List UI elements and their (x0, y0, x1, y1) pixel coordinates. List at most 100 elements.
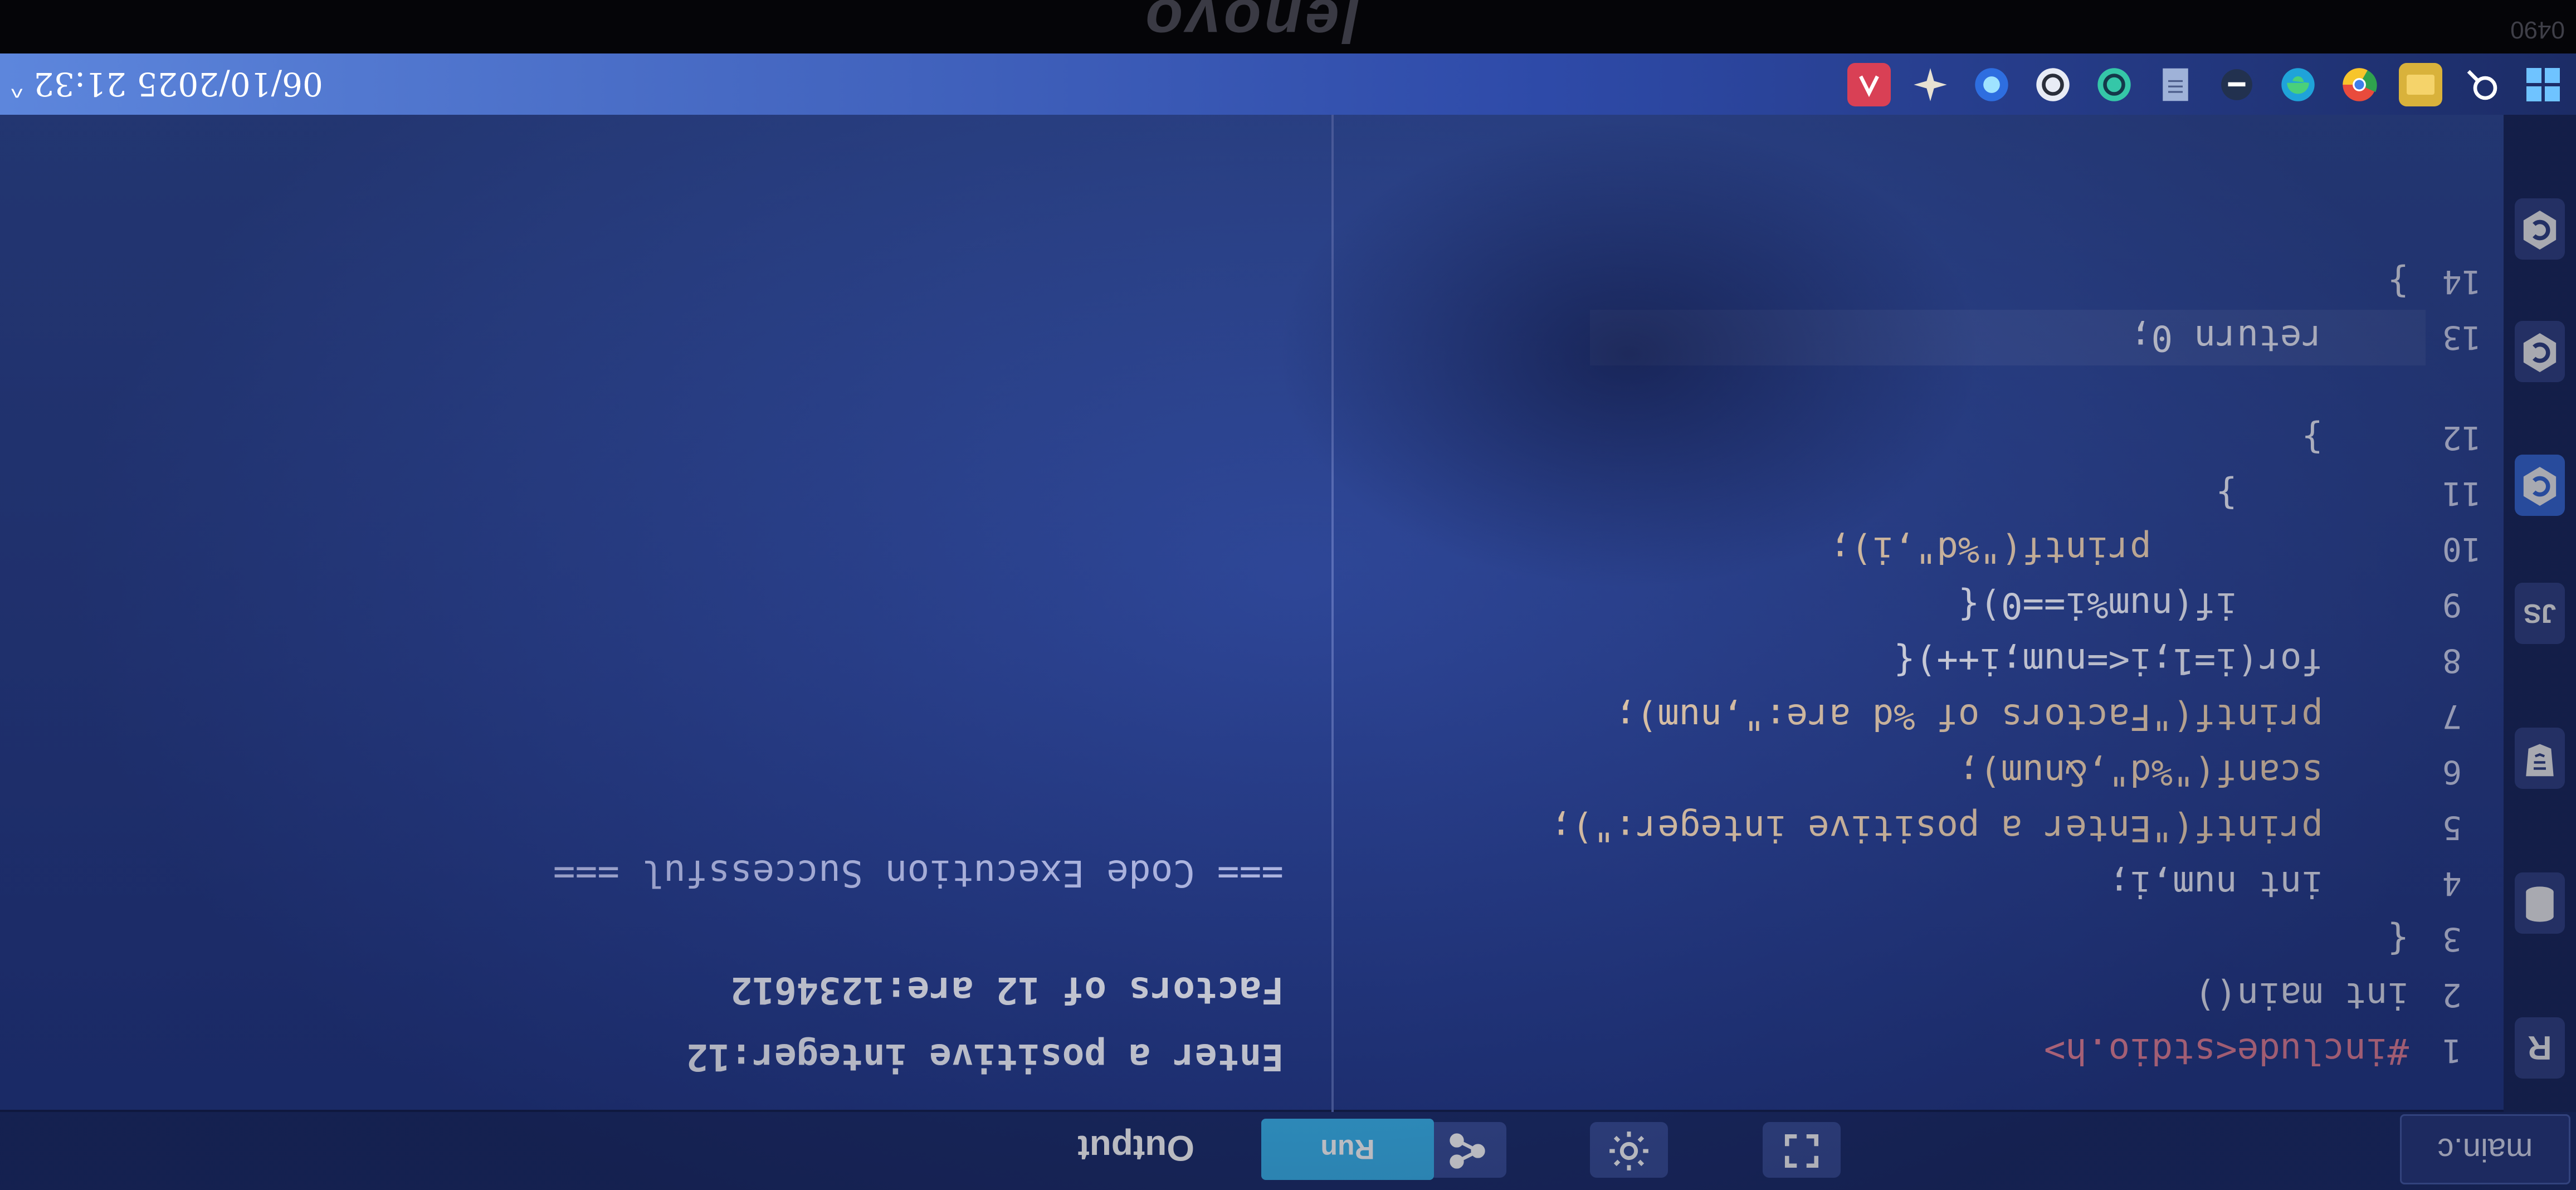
line-number: 8 (2442, 642, 2462, 680)
edge-button[interactable] (2276, 63, 2320, 106)
sidebar-item-csharp[interactable] (2515, 198, 2565, 260)
code-text: } (2216, 473, 2409, 514)
c-language-icon (2520, 463, 2559, 508)
browser-button[interactable] (2092, 63, 2136, 106)
app-icon (1859, 75, 1879, 97)
line-number: 7 (2442, 698, 2462, 735)
code-editor[interactable]: 1 #include<stdio.h> 2 int main() 3 { 4 i… (1334, 53, 2504, 1112)
code-text: printf("Enter a positive integer:"); (1550, 807, 2409, 848)
line-number: 14 (2442, 263, 2481, 301)
html5-icon (2524, 739, 2555, 778)
line-number: 13 (2442, 319, 2481, 357)
chrome-icon (2343, 68, 2377, 101)
sidebar-item-cpp[interactable] (2515, 321, 2565, 382)
code-text: } (2387, 261, 2409, 303)
code-text: int main() (2194, 974, 2409, 1016)
js-icon: JS (2523, 598, 2557, 628)
browser-2-button[interactable] (1970, 63, 2013, 106)
globe-icon (1975, 68, 2008, 101)
output-title: Output (1077, 1128, 1194, 1168)
pane-divider[interactable] (1331, 53, 1334, 1112)
search-button[interactable] (2460, 63, 2504, 106)
chrome-button[interactable] (2338, 63, 2381, 106)
app-button[interactable] (2215, 63, 2258, 106)
chatgpt-icon (2036, 68, 2070, 101)
code-text: if(num%i==0){ (1958, 584, 2409, 626)
output-panel: Enter a positive integer:12 Factors of 1… (2, 53, 1328, 1112)
chatgpt-button[interactable] (2031, 63, 2075, 106)
clock[interactable]: 06/10/2025 21:32 (33, 59, 323, 109)
screen: main.c Run Output R JS 1 #include<stdio.… (0, 0, 2576, 1190)
line-number: 4 (2442, 865, 2462, 903)
sparkle-icon (1914, 68, 1947, 101)
code-text: #include<stdio.h> (2043, 1030, 2409, 1071)
code-line: 12 } (1334, 410, 2504, 466)
sun-icon (1608, 1128, 1650, 1173)
minus-circle-icon (2221, 69, 2252, 100)
chevron-up-icon[interactable]: ^ (11, 75, 23, 103)
sidebar-item-r[interactable]: R (2515, 1017, 2565, 1079)
fullscreen-button[interactable] (1763, 1122, 1841, 1178)
sidebar-item-sql[interactable] (2515, 872, 2565, 934)
share-icon (1446, 1128, 1489, 1173)
code-text: } (2301, 417, 2409, 459)
csharp-icon (2520, 207, 2559, 252)
code-text: for(i=1;i<=num;i++){ (1894, 640, 2409, 681)
code-line: 4 int num,i; (1334, 856, 2504, 911)
app-3-button[interactable] (1847, 63, 1891, 106)
execution-status: === Code Execution Successful === (553, 852, 1284, 895)
code-line: 11 } (1334, 466, 2504, 521)
windows-icon (2526, 68, 2560, 101)
folder-icon (2407, 75, 2434, 95)
model-number: 0490 (2510, 16, 2565, 43)
toolbar: main.c Run Output (0, 1110, 2576, 1190)
code-line: 8 for(i=1;i<=num;i++){ (1334, 633, 2504, 689)
search-icon (2467, 70, 2497, 100)
sidebar-item-html[interactable] (2515, 728, 2565, 789)
document-icon (2163, 68, 2188, 101)
edge-icon (2281, 68, 2315, 101)
browser-icon (2097, 68, 2131, 101)
line-number: 2 (2442, 976, 2462, 1014)
code-line: 9 if(num%i==0){ (1334, 577, 2504, 633)
r-icon: R (2528, 1029, 2552, 1067)
line-number: 5 (2442, 809, 2462, 847)
code-line: 1 #include<stdio.h> (1334, 1023, 2504, 1079)
taskbar: 06/10/2025 21:32 ^ (0, 53, 2576, 115)
code-line: 3 { (1334, 911, 2504, 967)
code-line: 7 printf("Factors of %d are:",num); (1334, 689, 2504, 744)
theme-toggle-button[interactable] (1590, 1122, 1668, 1178)
code-text: printf("%d",i); (1829, 529, 2409, 570)
code-text: scanf("%d",&num); (1958, 752, 2409, 793)
code-text: printf("Factors of %d are:",num); (1614, 696, 2409, 737)
code-line: 10 printf("%d",i); (1334, 521, 2504, 577)
line-number: 12 (2442, 419, 2481, 457)
share-button[interactable] (1428, 1122, 1506, 1178)
output-line: Factors of 12 are:1234612 (730, 969, 1284, 1012)
line-number: 9 (2442, 586, 2462, 624)
run-button[interactable]: Run (1261, 1119, 1434, 1180)
code-text: { (2387, 919, 2409, 960)
fullscreen-icon (1782, 1129, 1821, 1171)
brand-logo: lenovo (1142, 0, 1360, 55)
app-2-button[interactable] (1909, 63, 1952, 106)
laptop-bezel: 0490 lenovo (0, 0, 2576, 55)
cpp-icon (2520, 329, 2559, 374)
file-explorer-button[interactable] (2399, 63, 2442, 106)
sidebar-item-js[interactable]: JS (2515, 583, 2565, 644)
code-line: 6 scanf("%d",&num); (1334, 744, 2504, 800)
output-line: Enter a positive integer:12 (686, 1036, 1284, 1079)
windows-start-button[interactable] (2521, 63, 2565, 106)
sidebar-item-c[interactable] (2515, 455, 2565, 516)
code-line: 14 } (1334, 254, 2504, 310)
line-number: 1 (2442, 1032, 2462, 1070)
line-number: 3 (2442, 920, 2462, 958)
code-line: 2 int main() (1334, 967, 2504, 1023)
line-number: 6 (2442, 753, 2462, 791)
code-text: int num,i; (2108, 863, 2409, 904)
code-line: 13 return 0; (1334, 310, 2504, 365)
file-tab-main-c[interactable]: main.c (2400, 1114, 2570, 1184)
document-button[interactable] (2154, 63, 2197, 106)
language-sidebar: R JS (2504, 0, 2576, 1112)
code-text: return 0; (2130, 317, 2409, 358)
